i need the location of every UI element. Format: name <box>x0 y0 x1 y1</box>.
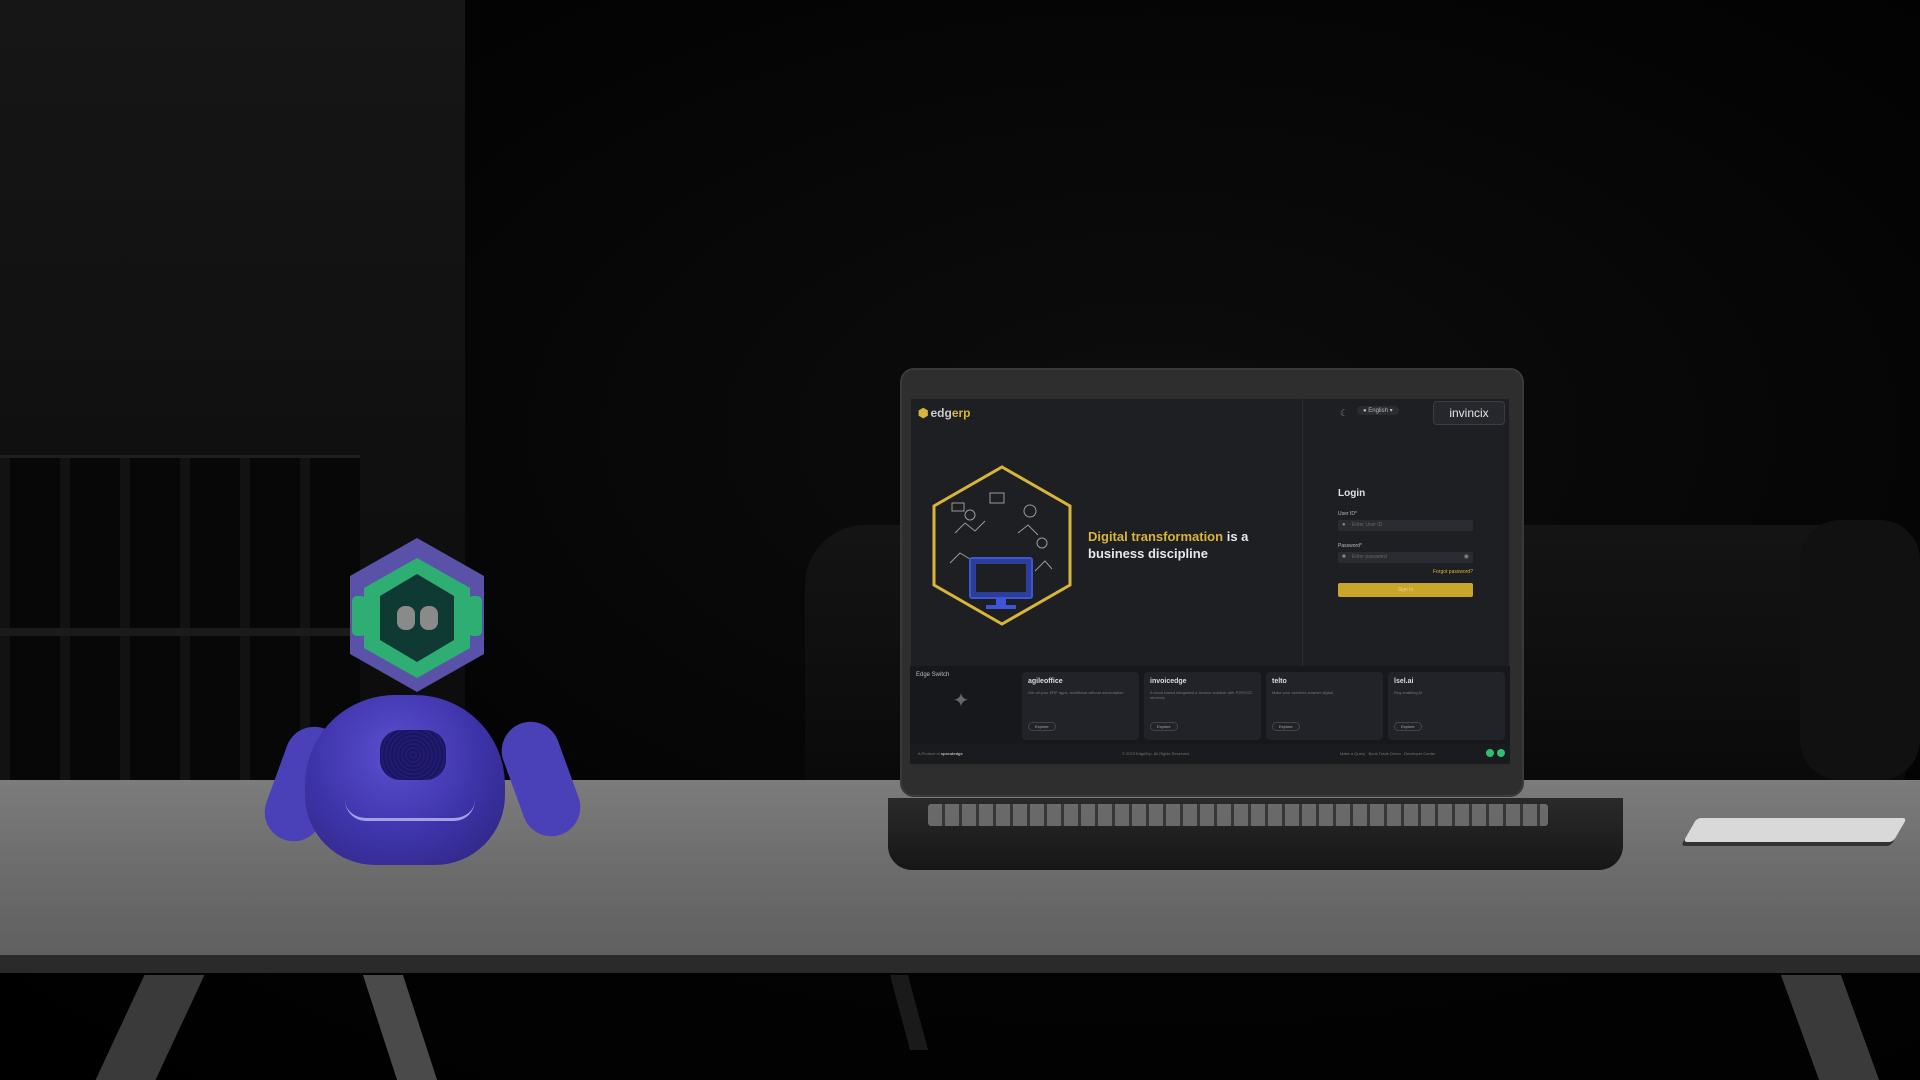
laptop-display: ⬢ edgerp ☾ ● English ▾ invincix Digital t… <box>910 398 1510 764</box>
product-card-telto[interactable]: telto Make your services smarter digital… <box>1266 672 1383 740</box>
desk-leg <box>362 975 438 1080</box>
whatsapp-icon[interactable] <box>1486 749 1494 757</box>
linkedin-icon[interactable] <box>1497 749 1505 757</box>
edgerp-logo[interactable]: ⬢ edgerp <box>918 406 971 420</box>
desk-leg <box>889 975 929 1050</box>
product-strip: Edge Switch ✦ agileoffice Get all your E… <box>910 666 1510 744</box>
user-id-field[interactable]: ● Enter User ID <box>1338 520 1473 531</box>
explore-button[interactable]: Explore <box>1150 722 1178 731</box>
explore-button[interactable]: Explore <box>1272 722 1300 731</box>
lock-icon: ■ <box>1342 554 1346 560</box>
product-card-agileoffice[interactable]: agileoffice Get all your ERP apps, workf… <box>1022 672 1139 740</box>
flag-icon: ● <box>1363 408 1367 414</box>
robot-mascot <box>256 530 589 870</box>
product-of: A Product of sproutedge <box>918 751 963 756</box>
partner-logo[interactable]: invincix <box>1433 401 1505 425</box>
scene: ⬢ edgerp ☾ ● English ▾ invincix Digital t… <box>0 0 1920 1080</box>
robot-speaker <box>380 730 446 780</box>
eye-icon[interactable]: ◉ <box>1464 552 1469 563</box>
product-card-invoicedge[interactable]: invoicedge A cloud based integrated e-In… <box>1144 672 1261 740</box>
user-icon: ● <box>1342 522 1346 528</box>
forgot-password-link[interactable]: Forgot password? <box>1338 569 1473 575</box>
divider <box>1302 398 1303 666</box>
desk-leg <box>1780 975 1880 1080</box>
robot-body-line <box>345 800 475 821</box>
hexagon-icon: ⬢ <box>918 406 929 420</box>
edge-switch-icon: ✦ <box>952 690 970 712</box>
chair-arm <box>1800 520 1920 780</box>
password-field[interactable]: ■ Enter password ◉ <box>1338 552 1473 563</box>
robot-arm <box>493 713 589 845</box>
login-form: Login User ID* ● Enter User ID Password*… <box>1338 488 1473 597</box>
app-header: ⬢ edgerp ☾ ● English ▾ invincix <box>910 398 1510 428</box>
copyright: © 2023 EdgeErp. All Rights Reserved. <box>1122 751 1190 756</box>
robot-head <box>342 536 492 696</box>
moon-icon[interactable]: ☾ <box>1340 408 1348 419</box>
language-select[interactable]: ● English ▾ <box>1357 406 1399 415</box>
footer-links: Make a Query Book Trade Demo Developer C… <box>1340 751 1435 756</box>
explore-button[interactable]: Explore <box>1394 722 1422 731</box>
desk-edge <box>0 955 1920 973</box>
footer-link[interactable]: Book Trade Demo <box>1368 751 1400 756</box>
footer: A Product of sproutedge © 2023 EdgeErp. … <box>910 744 1510 764</box>
analytics-hexagon-illustration <box>932 465 1072 626</box>
edge-switch-label: Edge Switch <box>916 672 950 678</box>
robot-eye <box>397 606 415 630</box>
explore-button[interactable]: Explore <box>1028 722 1056 731</box>
product-card-lsel-ai[interactable]: lsel.ai Reg enabling AI Explore <box>1388 672 1505 740</box>
hero-headline: Digital transformation is a business dis… <box>1088 529 1249 561</box>
sign-in-button[interactable]: Sign In <box>1338 583 1473 597</box>
login-title: Login <box>1338 488 1366 499</box>
footer-link[interactable]: Make a Query <box>1340 751 1365 756</box>
robot-eye <box>420 606 438 630</box>
footer-link[interactable]: Developer Center <box>1404 751 1435 756</box>
password-label: Password* <box>1338 543 1362 549</box>
user-id-label: User ID* <box>1338 511 1357 517</box>
laptop-keyboard <box>928 804 1548 826</box>
tablet-device <box>1683 818 1907 842</box>
desk-leg <box>95 975 205 1080</box>
robot-body <box>305 695 505 865</box>
